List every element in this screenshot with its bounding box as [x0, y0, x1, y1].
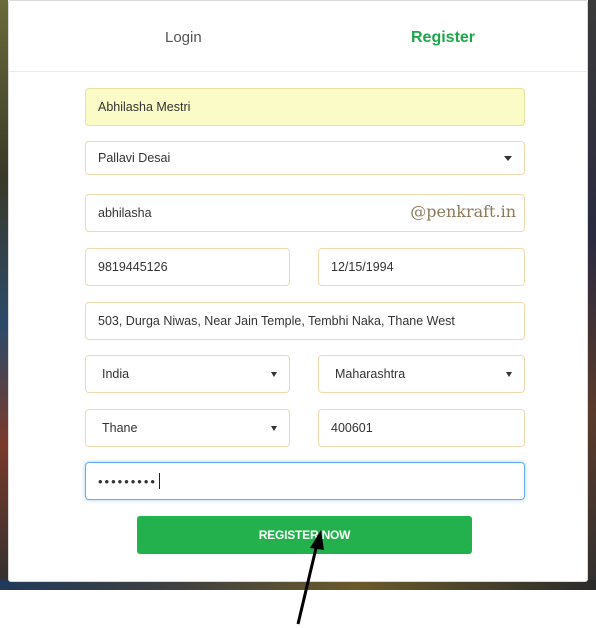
tab-register[interactable]: Register	[411, 29, 475, 47]
email-domain-suffix: @penkraft.in	[410, 202, 516, 221]
country-value: India	[102, 367, 130, 381]
mobile-input[interactable]: 9819445126	[85, 248, 290, 286]
chevron-down-icon	[506, 372, 512, 377]
full-name-value: Abhilasha Mestri	[98, 100, 191, 114]
city-select[interactable]: Thane	[85, 409, 290, 447]
chevron-down-icon	[271, 426, 277, 431]
mobile-value: 9819445126	[98, 260, 168, 274]
pincode-value: 400601	[331, 421, 373, 435]
dob-input[interactable]: 12/15/1994	[318, 248, 525, 286]
username-value: abhilasha	[98, 206, 152, 220]
country-select[interactable]: India	[85, 355, 290, 393]
page-background-right	[588, 0, 596, 590]
referred-by-value: Pallavi Desai	[98, 151, 171, 165]
chevron-down-icon	[271, 372, 277, 377]
full-name-input[interactable]: Abhilasha Mestri	[85, 88, 525, 126]
username-input[interactable]: abhilasha @penkraft.in	[85, 194, 525, 232]
tab-login[interactable]: Login	[165, 29, 202, 46]
dob-value: 12/15/1994	[331, 260, 394, 274]
page-background-left	[0, 0, 8, 590]
state-select[interactable]: Maharashtra	[318, 355, 525, 393]
password-input[interactable]: •••••••••	[85, 462, 525, 500]
annotation-arrow-icon	[296, 530, 324, 625]
state-value: Maharashtra	[335, 367, 406, 381]
city-value: Thane	[102, 421, 138, 435]
address-value: 503, Durga Niwas, Near Jain Temple, Temb…	[98, 314, 455, 328]
address-input[interactable]: 503, Durga Niwas, Near Jain Temple, Temb…	[85, 302, 525, 340]
password-masked-value: •••••••••	[98, 473, 157, 489]
referred-by-select[interactable]: Pallavi Desai	[85, 141, 525, 175]
chevron-down-icon	[504, 156, 512, 161]
auth-tabs: Login Register	[9, 1, 587, 72]
text-cursor	[158, 473, 160, 489]
pincode-input[interactable]: 400601	[318, 409, 525, 447]
